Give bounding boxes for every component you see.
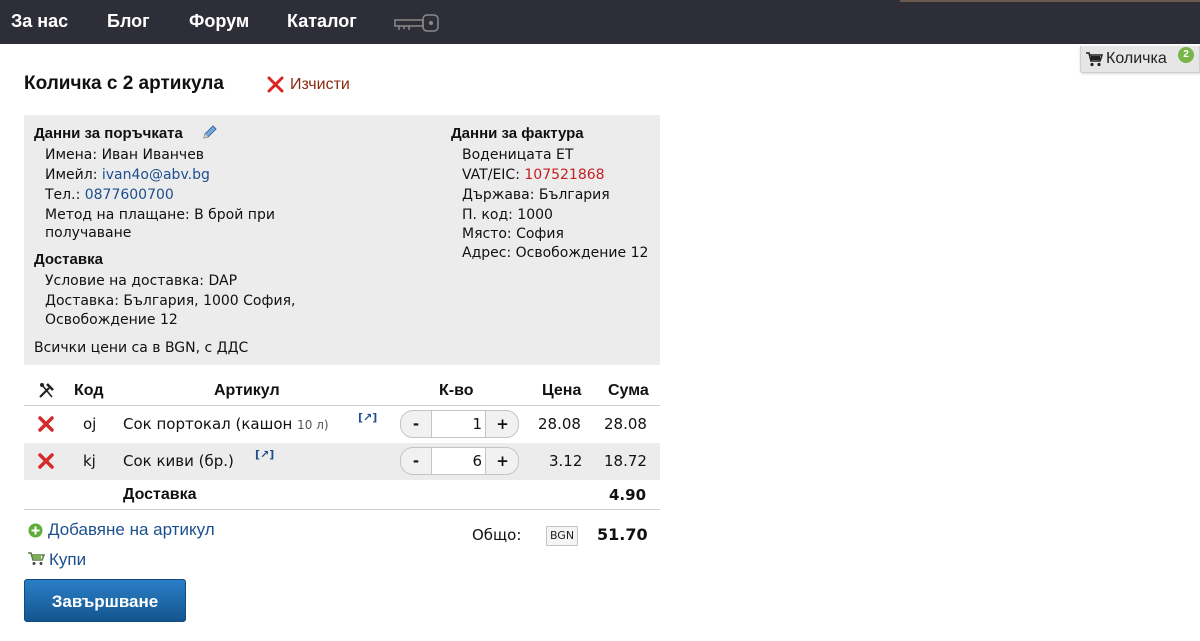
nav-item-blog[interactable]: Блог	[107, 11, 150, 32]
total-value: 51.70	[597, 525, 648, 544]
quantity-input[interactable]: 6	[431, 448, 486, 474]
item-sum: 28.08	[604, 415, 647, 433]
invoice-country: Държава: България	[462, 187, 610, 203]
order-phone-row: Тел.: 0877600700	[45, 185, 174, 205]
item-name[interactable]: Сок киви (бр.)	[123, 452, 234, 470]
invoice-vat-row: VAT/EIC: 107521868	[462, 165, 605, 185]
invoice-vat-label: VAT/EIC:	[462, 167, 520, 183]
cart-count-badge: 2	[1178, 47, 1194, 63]
add-circle-icon[interactable]	[28, 523, 43, 542]
item-sum: 18.72	[604, 452, 647, 470]
order-email-link[interactable]: ivan4o@abv.bg	[102, 167, 210, 183]
prices-note: Всички цени са в BGN, с ДДС	[34, 340, 249, 356]
order-info-panel: Данни за поръчката Имена: Иван Иванчев И…	[24, 115, 660, 365]
delivery-address-line1: Доставка: България, 1000 София,	[45, 293, 296, 309]
payment-method-line1: Метод на плащане: В брой при	[45, 207, 275, 223]
external-link-icon[interactable]: [↗]	[358, 411, 377, 424]
item-unit: 10 л)	[297, 418, 329, 432]
nav-item-forum[interactable]: Форум	[189, 11, 249, 32]
col-header-price: Цена	[542, 382, 582, 399]
delivery-row-value: 4.90	[609, 486, 647, 504]
delivery-condition: Условие на доставка: DAP	[45, 273, 238, 289]
col-header-item: Артикул	[214, 382, 280, 399]
invoice-postcode: П. код: 1000	[462, 207, 553, 223]
order-data-heading: Данни за поръчката	[34, 125, 183, 142]
payment-method-line2: получаване	[45, 225, 132, 241]
quantity-stepper: - 6 +	[400, 447, 519, 475]
delivery-row-label: Доставка	[123, 486, 197, 503]
table-row: kj Сок киви (бр.) [↗] - 6 + 3.12 18.72	[24, 443, 660, 480]
key-icon[interactable]	[394, 12, 440, 38]
invoice-city: Място: София	[462, 226, 564, 242]
delivery-row: Доставка 4.90	[24, 480, 660, 509]
invoice-address: Адрес: Освобождение 12	[462, 245, 649, 261]
buy-cart-icon[interactable]	[27, 551, 46, 570]
cart-label: Количка	[1106, 50, 1167, 67]
table-bottom-divider	[24, 509, 660, 510]
delivery-address-line2: Освобождение 12	[45, 312, 178, 328]
item-name[interactable]: Сок портокал (кашон 10 л)	[123, 415, 329, 433]
order-phone-link[interactable]: 0877600700	[85, 187, 174, 203]
cart-tab[interactable]: Количка 2	[1080, 46, 1200, 73]
clear-x-icon[interactable]	[267, 76, 284, 97]
item-code: kj	[83, 452, 96, 470]
order-email-row: Имейл: ivan4o@abv.bg	[45, 165, 210, 185]
col-header-qty: К-во	[439, 382, 474, 399]
invoice-heading: Данни за фактура	[451, 125, 584, 142]
remove-item-icon[interactable]	[38, 453, 54, 473]
nav-item-catalog[interactable]: Каталог	[287, 11, 357, 32]
decrease-qty-button[interactable]: -	[401, 448, 431, 474]
table-row: oj Сок портокал (кашон 10 л) [↗] - 1 + 2…	[24, 406, 660, 443]
item-name-text: Сок портокал (кашон	[123, 415, 293, 433]
remove-item-icon[interactable]	[38, 416, 54, 436]
increase-qty-button[interactable]: +	[487, 448, 518, 474]
buy-link[interactable]: Купи	[49, 550, 86, 570]
page-title: Количка с 2 артикула	[24, 73, 224, 94]
finish-order-button[interactable]: Завършване	[24, 579, 186, 622]
nav-item-about[interactable]: За нас	[11, 11, 68, 32]
order-email-label: Имейл:	[45, 167, 98, 183]
pencil-edit-icon[interactable]	[202, 124, 218, 146]
tools-icon	[38, 382, 55, 403]
col-header-sum: Сума	[608, 382, 649, 399]
quantity-input[interactable]: 1	[431, 411, 486, 437]
item-code: oj	[83, 415, 97, 433]
order-name-row: Имена: Иван Иванчев	[45, 145, 204, 165]
decrease-qty-button[interactable]: -	[401, 411, 431, 437]
increase-qty-button[interactable]: +	[487, 411, 518, 437]
invoice-vat-value: 107521868	[524, 167, 605, 183]
top-navigation: За нас Блог Форум Каталог	[0, 0, 1200, 44]
total-label: Общо:	[472, 526, 522, 544]
order-phone-label: Тел.:	[45, 187, 81, 203]
cart-icon	[1086, 52, 1104, 71]
item-price: 3.12	[549, 452, 583, 470]
add-item-link[interactable]: Добавяне на артикул	[48, 520, 215, 540]
nav-accent-line	[900, 0, 1200, 2]
col-header-code: Код	[74, 382, 104, 399]
delivery-heading: Доставка	[34, 251, 103, 268]
invoice-company: Воденицата ЕТ	[462, 147, 574, 163]
order-name-label: Имена:	[45, 147, 98, 163]
currency-selector[interactable]: BGN	[546, 526, 578, 546]
external-link-icon[interactable]: [↗]	[255, 448, 274, 461]
order-name-value: Иван Иванчев	[101, 147, 205, 163]
item-price: 28.08	[538, 415, 581, 433]
clear-cart-link[interactable]: Изчисти	[290, 76, 350, 94]
quantity-stepper: - 1 +	[400, 410, 519, 438]
